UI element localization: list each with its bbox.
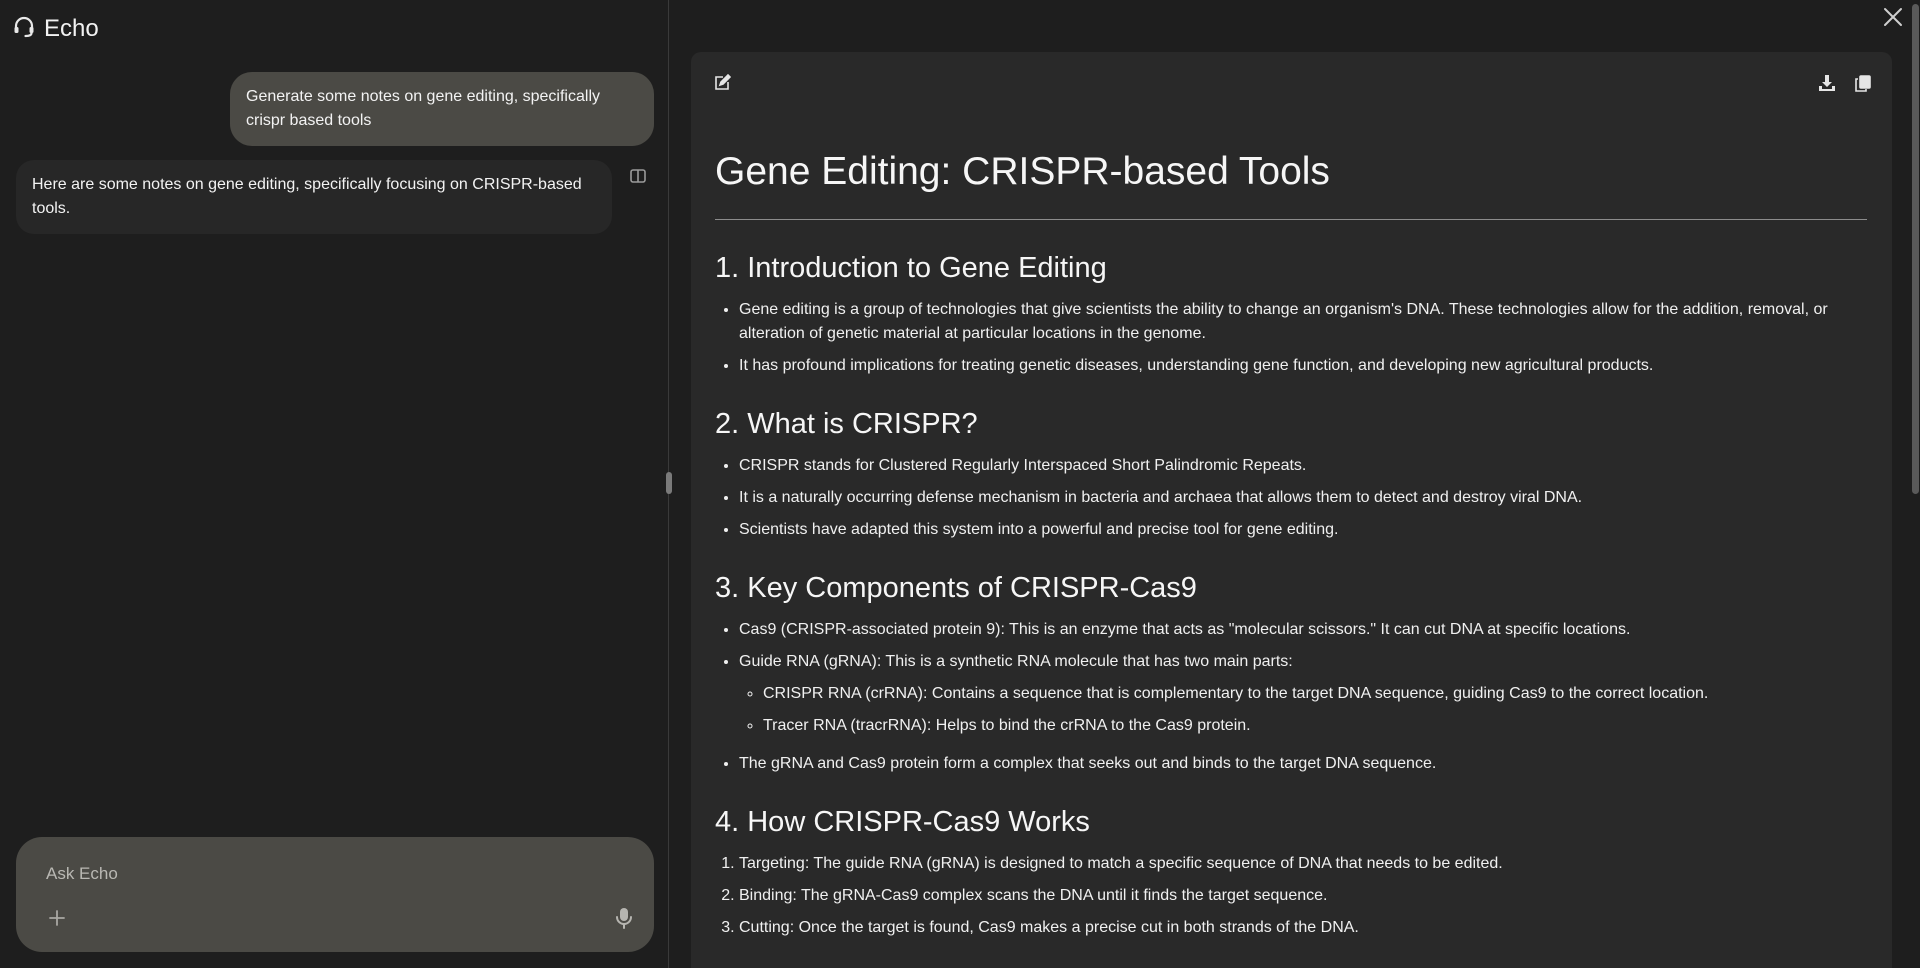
- scrollbar[interactable]: [1910, 0, 1920, 968]
- app-window: Echo Generate some notes on gene editing…: [0, 0, 1920, 968]
- section-heading: 2. What is CRISPR?: [715, 408, 978, 440]
- copy-icon[interactable]: [1854, 74, 1872, 92]
- download-icon[interactable]: [1818, 74, 1836, 92]
- pane-resize-handle[interactable]: [666, 472, 672, 494]
- list-item: It is a naturally occurring defense mech…: [739, 486, 1867, 510]
- brand: Echo: [12, 14, 99, 43]
- document-toolbar: [713, 73, 1872, 96]
- assistant-message-bubble: Here are some notes on gene editing, spe…: [16, 160, 612, 234]
- sub-list-item: Tracer RNA (tracrRNA): Helps to bind the…: [763, 714, 1867, 738]
- list-item: CRISPR stands for Clustered Regularly In…: [739, 454, 1867, 478]
- sub-list-item: CRISPR RNA (crRNA): Contains a sequence …: [763, 682, 1867, 706]
- list-item: Targeting: The guide RNA (gRNA) is desig…: [739, 852, 1867, 876]
- section-how-it-works: 4. How CRISPR-Cas9 Works Targeting: The …: [715, 804, 1867, 940]
- list-item: Cas9 (CRISPR-associated protein 9): This…: [739, 618, 1867, 642]
- list-item-text: Guide RNA (gRNA): This is a synthetic RN…: [739, 653, 1293, 670]
- ask-input[interactable]: [46, 859, 606, 889]
- document-title: Gene Editing: CRISPR-based Tools: [715, 147, 1867, 220]
- list-item-with-sublist: Guide RNA (gRNA): This is a synthetic RN…: [739, 650, 1867, 738]
- list-item: The gRNA and Cas9 protein form a complex…: [739, 752, 1867, 776]
- edit-icon[interactable]: [713, 73, 732, 92]
- bullet-list: Cas9 (CRISPR-associated protein 9): This…: [739, 618, 1867, 776]
- plus-icon[interactable]: [46, 907, 68, 929]
- document-panel: Gene Editing: CRISPR-based Tools 1. Intr…: [691, 52, 1892, 968]
- section-heading: 3. Key Components of CRISPR-Cas9: [715, 572, 1197, 604]
- split-view-icon[interactable]: [628, 166, 648, 186]
- list-item: Binding: The gRNA-Cas9 complex scans the…: [739, 884, 1867, 908]
- scrollbar-thumb[interactable]: [1912, 4, 1919, 494]
- bullet-list: CRISPR stands for Clustered Regularly In…: [739, 454, 1867, 542]
- headset-icon: [12, 14, 36, 43]
- numbered-list: Targeting: The guide RNA (gRNA) is desig…: [739, 852, 1867, 940]
- mic-icon[interactable]: [612, 905, 636, 931]
- bullet-list: Gene editing is a group of technologies …: [739, 298, 1867, 378]
- list-item: Cutting: Once the target is found, Cas9 …: [739, 916, 1867, 940]
- section-introduction: 1. Introduction to Gene Editing Gene edi…: [715, 250, 1867, 378]
- user-message-bubble: Generate some notes on gene editing, spe…: [230, 72, 654, 146]
- chat-pane: Echo Generate some notes on gene editing…: [0, 0, 669, 968]
- close-icon[interactable]: [1880, 4, 1906, 30]
- section-key-components: 3. Key Components of CRISPR-Cas9 Cas9 (C…: [715, 570, 1867, 776]
- app-title: Echo: [44, 14, 99, 42]
- section-heading: 1. Introduction to Gene Editing: [715, 252, 1107, 284]
- list-item: It has profound implications for treatin…: [739, 354, 1867, 378]
- section-what-is-crispr: 2. What is CRISPR? CRISPR stands for Clu…: [715, 406, 1867, 542]
- composer: [16, 837, 654, 952]
- list-item: Scientists have adapted this system into…: [739, 518, 1867, 542]
- sub-bullet-list: CRISPR RNA (crRNA): Contains a sequence …: [763, 682, 1867, 738]
- document-content: Gene Editing: CRISPR-based Tools 1. Intr…: [715, 147, 1867, 968]
- list-item: Gene editing is a group of technologies …: [739, 298, 1867, 346]
- section-heading: 4. How CRISPR-Cas9 Works: [715, 806, 1090, 838]
